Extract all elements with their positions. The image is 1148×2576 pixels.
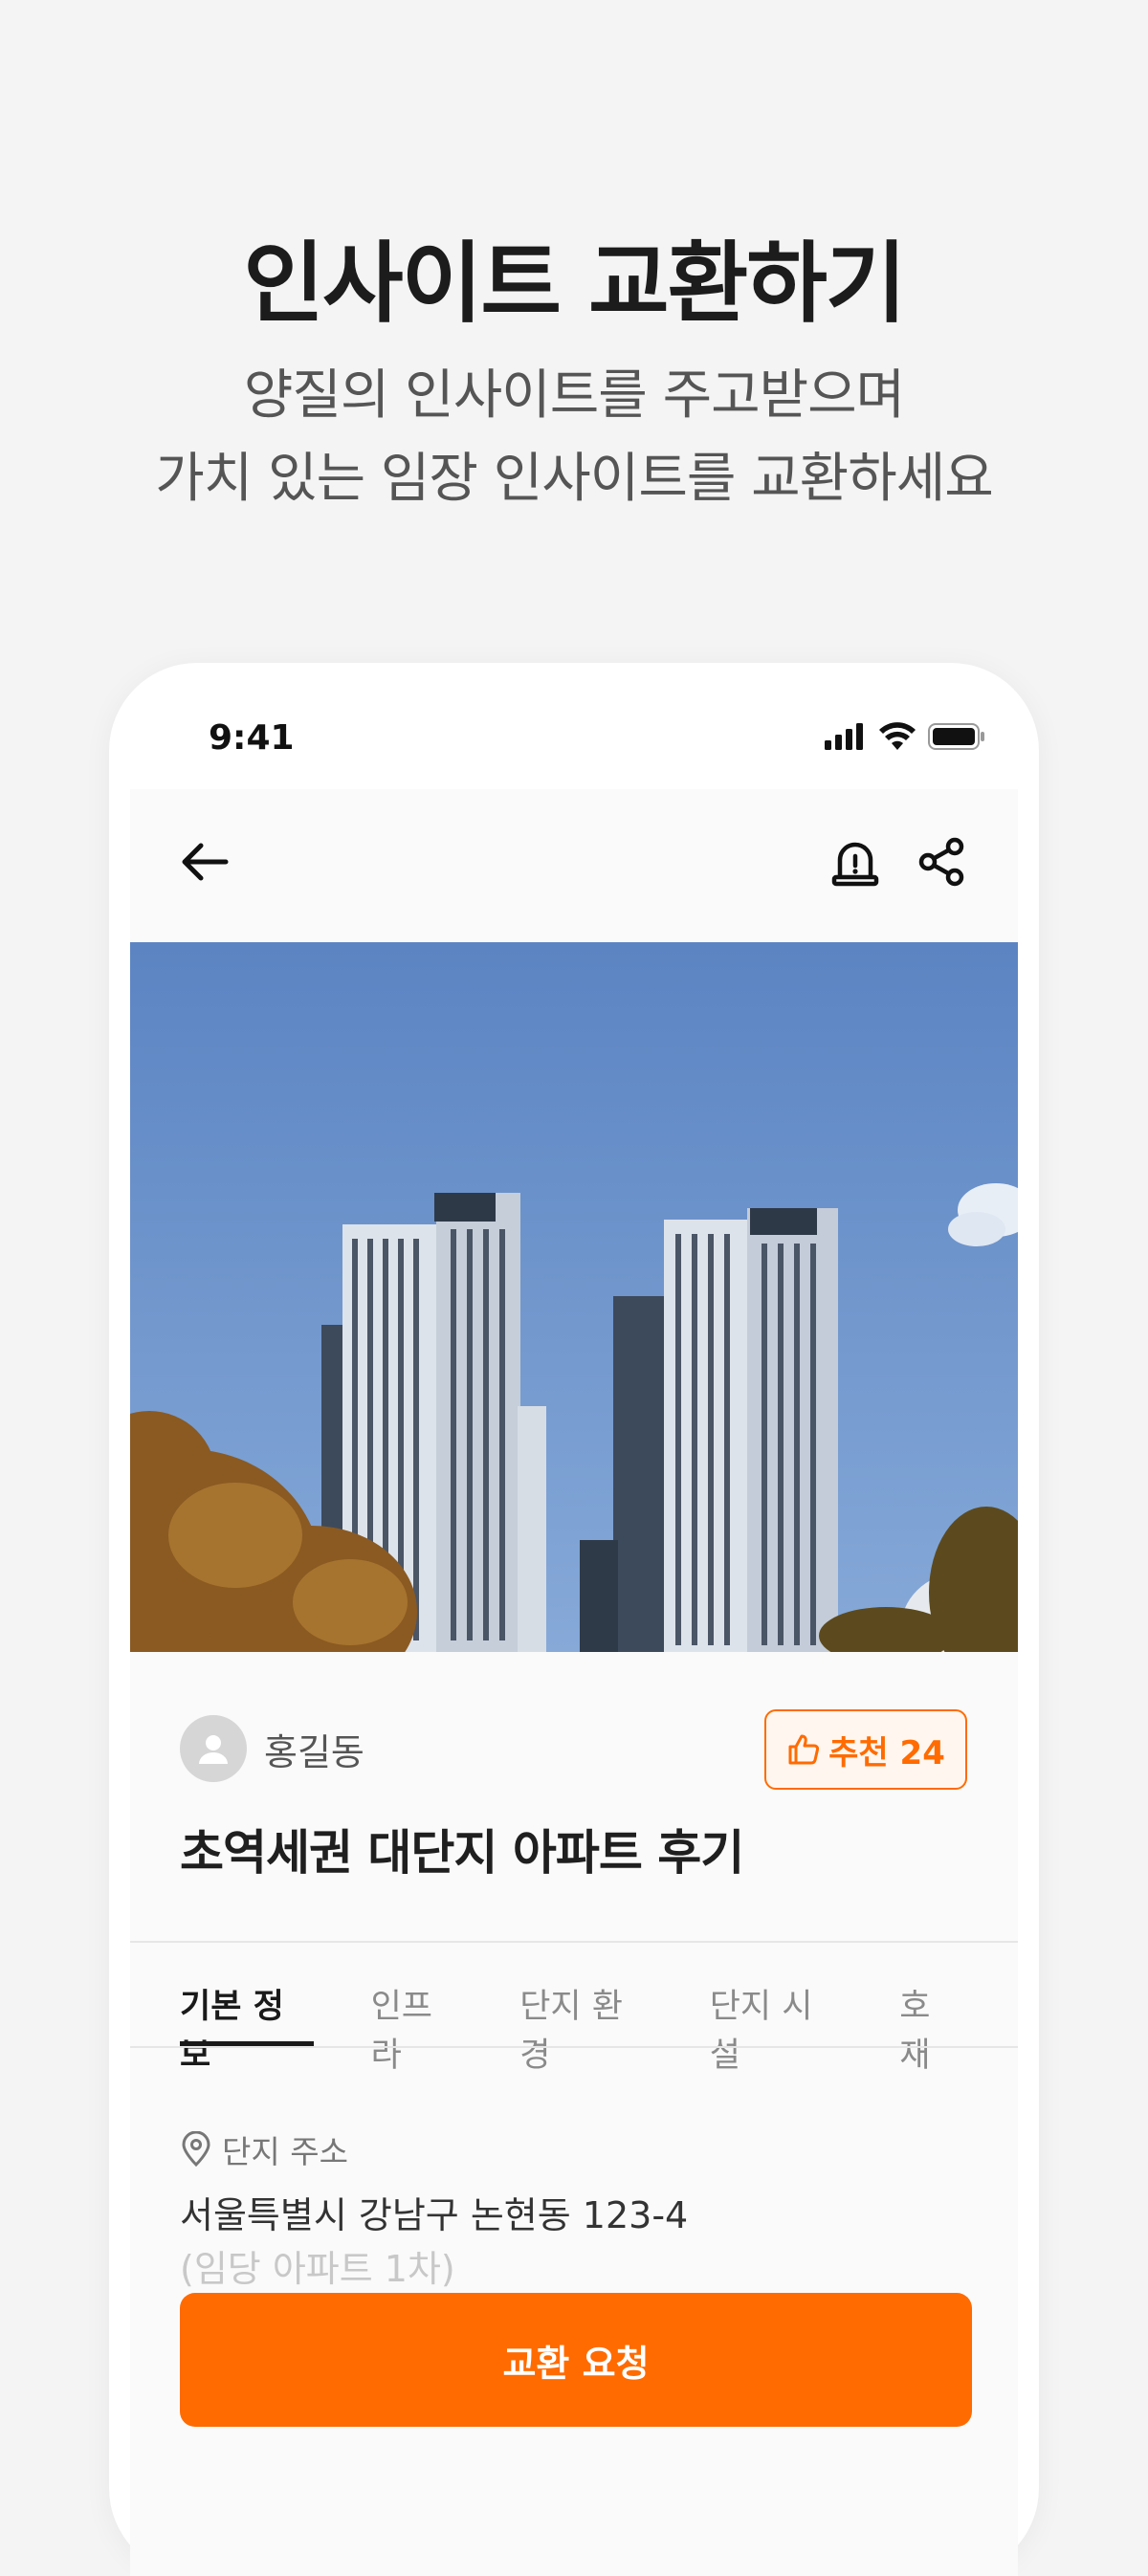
post-title: 초역세권 대단지 아파트 후기: [180, 1825, 744, 1881]
promo-subline-1: 양질의 인사이트를 주고받으며: [243, 364, 905, 427]
tab-basic-info[interactable]: 기본 정보: [180, 1979, 314, 2075]
wifi-icon: [879, 722, 916, 750]
tab-infra[interactable]: 인프라: [371, 1979, 463, 2075]
arrow-left-icon: [182, 843, 229, 881]
thumbs-up-icon: [788, 1734, 820, 1765]
user-icon: [199, 1735, 228, 1764]
top-nav: [130, 789, 1018, 936]
promo-headline: 인사이트 교환하기: [243, 232, 906, 335]
detail-tabs: 기본 정보 인프라 단지 환경 단지 시설 호재: [180, 1979, 1018, 2075]
tab-complex-facilities[interactable]: 단지 시설: [710, 1979, 843, 2075]
author-info[interactable]: 홍길동: [180, 1715, 364, 1782]
author-name: 홍길동: [264, 1730, 364, 1773]
address-main: 서울특별시 강남구 논현동 123-4: [180, 2194, 689, 2236]
siren-icon: [831, 842, 879, 887]
cellular-signal-icon: [825, 723, 863, 750]
address-sub: (임당 아파트 1차): [180, 2248, 455, 2290]
share-button[interactable]: [915, 835, 968, 889]
address-label: 단지 주소: [180, 2126, 348, 2172]
report-button[interactable]: [828, 835, 882, 889]
status-time: 9:41: [209, 718, 295, 758]
divider: [130, 1941, 1018, 1943]
phone-frame: 9:41 홍길동 추천 24 초역세권 대단지 아파트 후기 기본 정보 인프라…: [109, 663, 1039, 2576]
tab-development-news[interactable]: 호재: [899, 1979, 960, 2075]
promo-subline-2: 가치 있는 임장 인사이트를 교환하세요: [155, 448, 994, 510]
exchange-request-button[interactable]: 교환 요청: [180, 2293, 972, 2427]
avatar: [180, 1715, 247, 1782]
back-button[interactable]: [176, 833, 233, 891]
status-icons: [825, 722, 985, 751]
location-pin-icon: [182, 2131, 210, 2168]
recommend-button[interactable]: 추천 24: [764, 1709, 967, 1790]
apartment-photo: [130, 942, 1018, 1652]
share-icon: [918, 837, 964, 887]
tab-complex-environment[interactable]: 단지 환경: [519, 1979, 652, 2075]
battery-icon: [928, 723, 984, 750]
address-label-text: 단지 주소: [222, 2133, 348, 2170]
tabs-underline: [130, 2046, 1018, 2048]
recommend-label: 추천 24: [828, 1733, 945, 1772]
app-screen: 홍길동 추천 24 초역세권 대단지 아파트 후기 기본 정보 인프라 단지 환…: [130, 789, 1018, 2576]
